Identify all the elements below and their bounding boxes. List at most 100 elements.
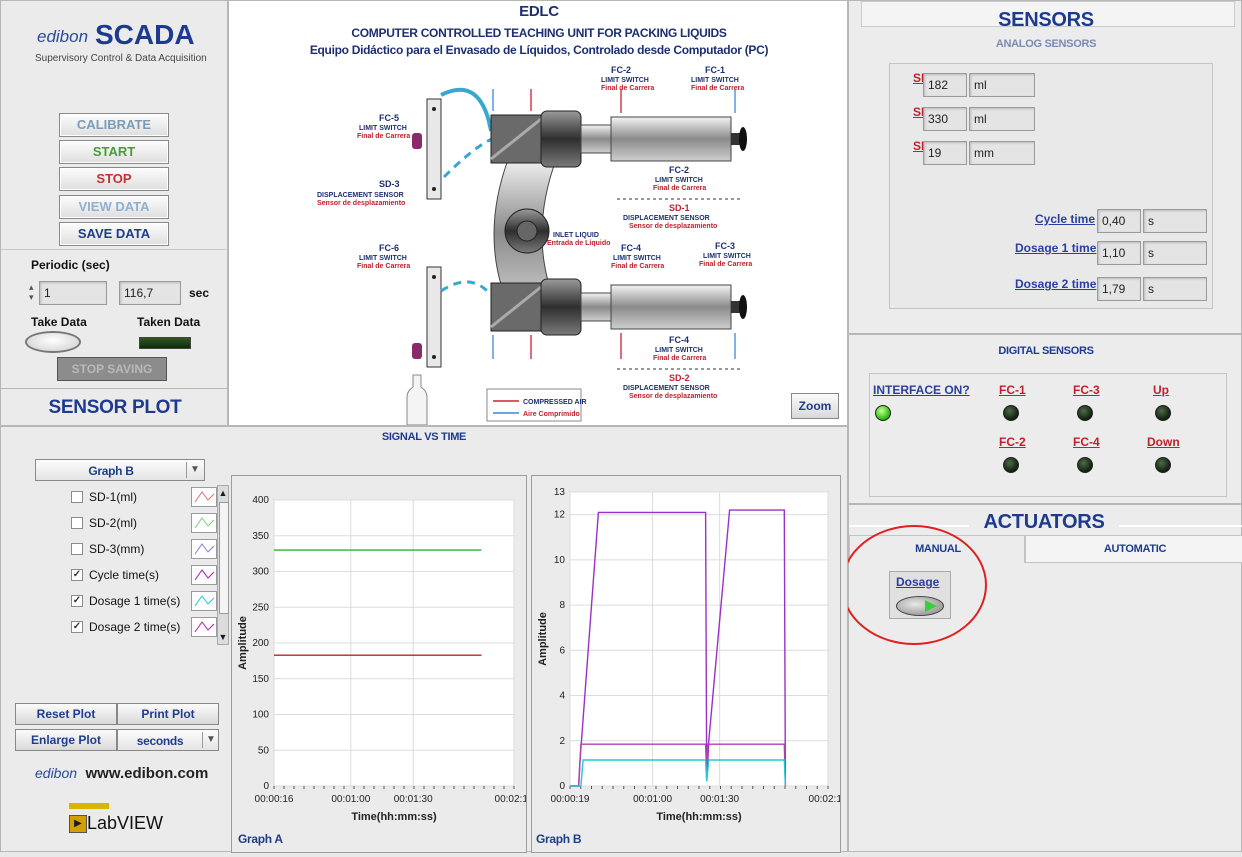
sd3-disp-sensor: DISPLACEMENT SENSOR bbox=[317, 192, 404, 199]
fc4-top-label: FC-4 bbox=[621, 243, 641, 253]
fc5-limit-switch: LIMIT SWITCH bbox=[359, 125, 407, 132]
series-scrollbar[interactable]: ▲ ▼ bbox=[217, 485, 229, 645]
scada-subtitle: Supervisory Control & Data Acquisition bbox=[35, 53, 207, 64]
cycle-time-name: Cycle time bbox=[1035, 212, 1096, 226]
series-swatch-sd3[interactable] bbox=[191, 539, 217, 559]
zoom-button[interactable]: Zoom bbox=[791, 393, 839, 419]
periodic-stepper[interactable]: ▴ ▾ bbox=[29, 282, 39, 304]
sensors-title: SENSORS bbox=[998, 9, 1094, 31]
sd3-sensor-desp: Sensor de desplazamiento bbox=[317, 200, 405, 207]
save-data-button[interactable]: SAVE DATA bbox=[59, 222, 169, 246]
series-checkbox-sd2[interactable] bbox=[71, 517, 83, 529]
series-checkbox-sd3[interactable] bbox=[71, 543, 83, 555]
up-led bbox=[1155, 405, 1171, 421]
y-tick-label: 350 bbox=[252, 531, 269, 542]
series-swatch-sd1[interactable] bbox=[191, 487, 217, 507]
sd1-desp: Sensor de desplazamiento bbox=[629, 223, 717, 230]
series-swatch-dosage1[interactable] bbox=[191, 591, 217, 611]
sd2-desp: Sensor de desplazamiento bbox=[629, 393, 717, 400]
y-tick-label: 8 bbox=[559, 600, 565, 611]
series-label-sd3: SD-3(mm) bbox=[89, 542, 145, 556]
sd1-label: SD-1 bbox=[669, 203, 690, 213]
series-label-sd1: SD-1(ml) bbox=[89, 490, 137, 504]
enlarge-plot-button[interactable]: Enlarge Plot bbox=[15, 729, 117, 751]
series-swatch-cycle[interactable] bbox=[191, 565, 217, 585]
fc3-final: Final de Carrera bbox=[699, 261, 752, 268]
take-data-toggle[interactable] bbox=[25, 331, 81, 353]
y-tick-label: 13 bbox=[554, 487, 566, 498]
fc5-label: FC-5 bbox=[379, 113, 399, 123]
upper-sensor-head bbox=[412, 133, 422, 149]
x-tick-label: 00:01:30 bbox=[394, 794, 433, 805]
series-swatch-sd2[interactable] bbox=[191, 513, 217, 533]
y-tick-label: 6 bbox=[559, 645, 565, 656]
edibon-logo-text: edibon bbox=[37, 27, 89, 46]
reset-plot-button[interactable]: Reset Plot bbox=[15, 703, 117, 725]
y-tick-label: 200 bbox=[252, 638, 269, 649]
graph-b[interactable]: 0 2 4 6 8 10 12 13 00:00:19 00:01:00 00:01:30 00:02… bbox=[532, 476, 848, 852]
edibon-footer-logo: edibon bbox=[35, 765, 78, 781]
series-checkbox-dosage1[interactable]: ✓ bbox=[71, 595, 83, 607]
elapsed-time-display: 116,7 bbox=[119, 281, 181, 305]
stop-saving-button[interactable]: STOP SAVING bbox=[57, 357, 167, 381]
fc3-limit: LIMIT SWITCH bbox=[703, 253, 751, 260]
interface-on-led bbox=[875, 405, 891, 421]
fc1-led bbox=[1003, 405, 1019, 421]
control-panel: edibon SCADA Supervisory Control & Data … bbox=[0, 0, 228, 400]
y-tick-label: 400 bbox=[252, 495, 269, 506]
dosage-highlight-circle bbox=[841, 525, 987, 645]
down-name: Down bbox=[1147, 435, 1180, 449]
series-checkbox-cycle[interactable]: ✓ bbox=[71, 569, 83, 581]
sd3-value: 19 bbox=[923, 141, 967, 165]
actuators-panel: ACTUATORS MANUAL AUTOMATIC Dosage bbox=[841, 504, 1242, 852]
series-checkbox-dosage2[interactable]: ✓ bbox=[71, 621, 83, 633]
process-diagram: FC-5 LIMIT SWITCH Final de Carrera SD-3 … bbox=[317, 65, 752, 425]
diagram-title-en: COMPUTER CONTROLLED TEACHING UNIT FOR PA… bbox=[351, 26, 727, 40]
fc2-top-label: FC-2 bbox=[611, 65, 631, 75]
fc2-name: FC-2 bbox=[999, 435, 1026, 449]
graph-b-frame: 0 2 4 6 8 10 12 13 00:00:19 00:01:00 00:01:30 00:02… bbox=[531, 475, 848, 853]
fc2-mid-label: FC-2 bbox=[669, 165, 689, 175]
graph-select[interactable]: Graph B ▼ bbox=[35, 459, 205, 481]
fc6-label: FC-6 bbox=[379, 243, 399, 253]
fc4-mid-limit: LIMIT SWITCH bbox=[655, 347, 703, 354]
tab-automatic[interactable]: AUTOMATIC bbox=[1025, 535, 1242, 563]
fc4-top-final: Final de Carrera bbox=[611, 263, 664, 270]
website-text: www.edibon.com bbox=[85, 765, 209, 782]
y-tick-label: 4 bbox=[559, 691, 565, 702]
sd2-disp: DISPLACEMENT SENSOR bbox=[623, 385, 710, 392]
time-unit-select[interactable]: seconds ▼ bbox=[117, 729, 219, 751]
lower-actuator-cylinder bbox=[610, 284, 732, 330]
fc1-limit: LIMIT SWITCH bbox=[691, 77, 739, 84]
dosage1-time-value: 1,10 bbox=[1097, 241, 1141, 265]
stop-button[interactable]: STOP bbox=[59, 167, 169, 191]
plot-area-1 bbox=[569, 491, 829, 787]
fc6-final-carrera: Final de Carrera bbox=[357, 263, 410, 270]
scroll-thumb[interactable] bbox=[219, 502, 229, 614]
x-tick-label: 00:01:30 bbox=[700, 794, 739, 805]
periodic-input[interactable]: 1 bbox=[39, 281, 107, 305]
inlet-liquid-es: Entrada de Líquido bbox=[547, 240, 610, 247]
series-checkbox-sd1[interactable] bbox=[71, 491, 83, 503]
graph-a[interactable]: 0 50 100 150 200 250 300 350 400 00:00:16 00:01:00… bbox=[232, 476, 534, 852]
series-swatch-dosage2[interactable] bbox=[191, 617, 217, 637]
start-button[interactable]: START bbox=[59, 140, 169, 164]
aire-comprimido-label: Aire Comprimido bbox=[523, 411, 580, 418]
dosage2-time-name: Dosage 2 time bbox=[1015, 277, 1097, 291]
scroll-down-icon[interactable]: ▼ bbox=[218, 630, 228, 644]
fc4-name: FC-4 bbox=[1073, 435, 1100, 449]
scroll-up-icon[interactable]: ▲ bbox=[218, 486, 228, 500]
series-label-sd2: SD-2(ml) bbox=[89, 516, 137, 530]
calibrate-button[interactable]: CALIBRATE bbox=[59, 113, 169, 137]
x-tick-label: 00:00:19 bbox=[551, 794, 590, 805]
diagram-panel: EDLC COMPUTER CONTROLLED TEACHING UNIT F… bbox=[228, 0, 848, 426]
fc5-final-carrera: Final de Carrera bbox=[357, 133, 410, 140]
y-tick-label: 150 bbox=[252, 674, 269, 685]
taken-data-label: Taken Data bbox=[137, 315, 201, 329]
x-tick-label: 00:01:00 bbox=[633, 794, 672, 805]
print-plot-button[interactable]: Print Plot bbox=[117, 703, 219, 725]
sensor-plot-title: SENSOR PLOT bbox=[48, 397, 182, 418]
signal-vs-time-title: SIGNAL VS TIME bbox=[381, 431, 467, 443]
y-tick-label: 10 bbox=[554, 555, 566, 566]
view-data-button[interactable]: VIEW DATA bbox=[59, 195, 169, 219]
